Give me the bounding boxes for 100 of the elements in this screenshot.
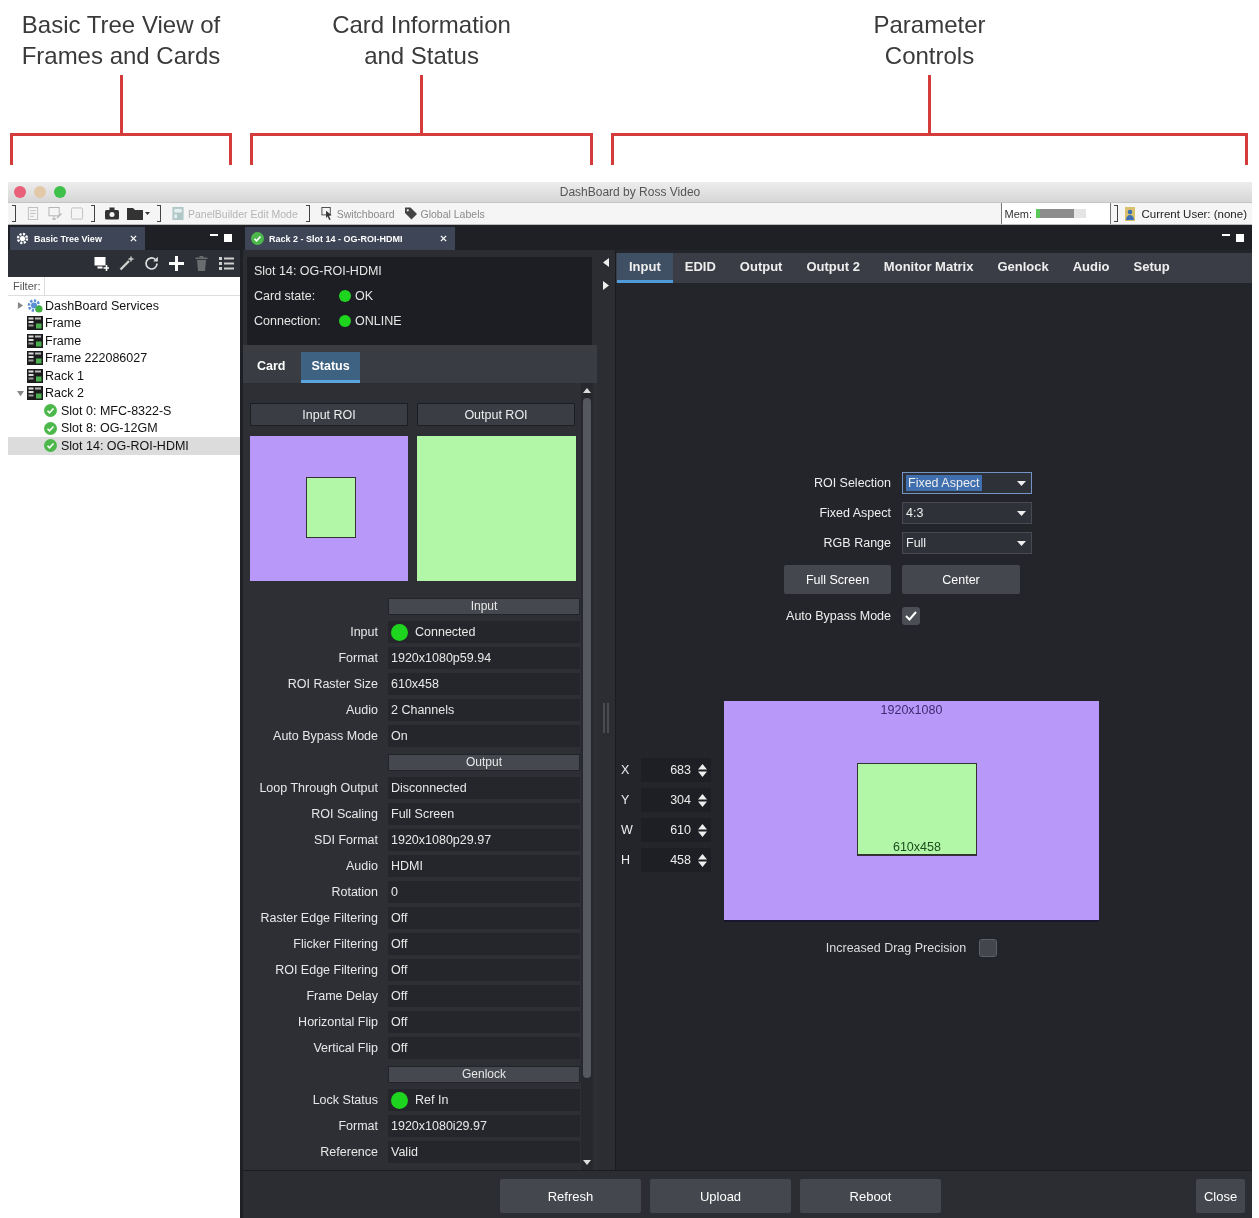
list-icon[interactable] (219, 256, 234, 271)
value-cell: 1920x1080i29.97 (388, 1115, 580, 1137)
caret-icon (1017, 480, 1026, 486)
tree-item[interactable]: Frame (8, 314, 240, 332)
tree-item[interactable]: Slot 8: OG-12GM (8, 419, 240, 437)
row-label: Flicker Filtering (293, 937, 378, 951)
row-label: Rotation (331, 885, 378, 899)
footer-button[interactable]: Upload (650, 1179, 791, 1213)
row-label: Input (350, 625, 378, 639)
tree-item[interactable]: Rack 1 (8, 367, 240, 385)
plus-icon[interactable] (169, 256, 184, 271)
tab[interactable]: Card (247, 352, 296, 383)
spinner-arrows-icon[interactable] (698, 823, 707, 837)
minimize-icon[interactable] (1222, 233, 1230, 236)
tree-item[interactable]: Slot 0: MFC-8322-S (8, 402, 240, 420)
value-cell: 1920x1080p59.94 (388, 647, 580, 669)
row-label: Raster Edge Filtering (260, 911, 378, 925)
tab[interactable]: Output (727, 253, 795, 283)
tab[interactable]: Setup (1121, 253, 1182, 283)
maximize-icon[interactable] (1236, 233, 1244, 242)
tab[interactable]: Output 2 (794, 253, 872, 283)
footer-button[interactable]: Refresh (500, 1179, 641, 1213)
panel-tab[interactable]: Basic Tree View (10, 227, 145, 250)
monitor-plus-icon[interactable] (94, 256, 109, 271)
grip-icon[interactable] (603, 703, 609, 733)
expand-arrow-icon[interactable] (17, 389, 24, 397)
caret-icon[interactable] (145, 212, 150, 215)
close-icon[interactable] (130, 235, 137, 242)
rack-icon (27, 368, 43, 383)
tree-item[interactable]: Frame (8, 332, 240, 350)
roi-rectangle[interactable]: 610x458 (857, 762, 977, 856)
tab[interactable]: Monitor Matrix (871, 253, 986, 283)
spinner-field[interactable]: 304 (641, 788, 711, 812)
value-cell: Off (388, 959, 580, 981)
info-value: OK (355, 288, 374, 303)
frame-canvas[interactable]: 1920x1080 610x458 (724, 701, 1099, 922)
maximize-icon[interactable] (224, 233, 232, 242)
close-icon[interactable] (440, 235, 447, 242)
camera-icon[interactable] (105, 207, 119, 220)
roi-button[interactable]: Output ROI (417, 403, 575, 426)
arrow-left-icon[interactable] (603, 258, 609, 267)
spinner-arrows-icon[interactable] (698, 793, 707, 807)
checkbox[interactable] (979, 939, 998, 957)
value-cell: Full Screen (388, 803, 580, 825)
value-cell: 610x458 (388, 673, 580, 695)
spinner-field[interactable]: 683 (641, 758, 711, 782)
spinner-arrows-icon[interactable] (698, 853, 707, 867)
gear-icon (16, 232, 29, 245)
spinner-label: W (621, 823, 634, 837)
minimize-icon[interactable] (210, 233, 218, 236)
arrow-right-icon[interactable] (603, 281, 609, 290)
scroll-down-icon[interactable] (583, 1160, 591, 1165)
roi-button[interactable]: Input ROI (250, 403, 408, 426)
check-circle-icon (251, 232, 264, 245)
tree-item[interactable]: Rack 2 (8, 384, 240, 402)
dropdown[interactable]: Fixed Aspect (902, 472, 1032, 494)
section-header: Input (388, 597, 580, 615)
scroll-thumb[interactable] (583, 398, 591, 1078)
dropdown[interactable]: 4:3 (902, 502, 1032, 524)
rack-icon (27, 316, 43, 331)
window-close-icon[interactable] (14, 186, 26, 198)
window-title: DashBoard by Ross Video (559, 185, 701, 199)
check-circle-icon (44, 421, 57, 435)
spinner-label: H (621, 853, 632, 867)
tab[interactable]: Input (617, 253, 673, 283)
action-button[interactable]: Full Screen (784, 565, 891, 594)
spinner-label: Y (621, 793, 631, 807)
spinner-field[interactable]: 610 (641, 818, 711, 842)
spinner-arrows-icon[interactable] (698, 763, 707, 777)
row-label: Format (338, 651, 378, 665)
footer-button[interactable]: Reboot (800, 1179, 941, 1213)
wand-icon[interactable] (119, 256, 134, 271)
tab[interactable]: Audio (1060, 253, 1122, 283)
tab[interactable]: Status (301, 352, 360, 383)
check-icon (905, 611, 917, 621)
close-button[interactable]: Close (1196, 1179, 1245, 1213)
spinner-label: X (621, 763, 631, 777)
tab[interactable]: EDID (672, 253, 728, 283)
expand-arrow-icon[interactable] (17, 302, 24, 310)
scrollbar[interactable] (581, 383, 593, 1170)
info-value: ONLINE (355, 313, 402, 328)
row-label: Horizontal Flip (298, 1015, 378, 1029)
tree-item[interactable]: Slot 14: OG-ROI-HDMI (8, 437, 240, 455)
tab[interactable]: Genlock (985, 253, 1061, 283)
value-cell: Valid (388, 1141, 580, 1163)
row-label: Reference (320, 1145, 378, 1159)
tree-item[interactable]: DashBoard Services (8, 297, 240, 315)
value-text: Connected (415, 625, 476, 639)
refresh-icon[interactable] (144, 256, 159, 271)
folder-icon[interactable] (127, 207, 143, 220)
spinner-field[interactable]: 458 (641, 848, 711, 872)
tree-item[interactable]: Frame 222086027 (8, 349, 240, 367)
cursor-icon (320, 207, 333, 220)
scroll-up-icon[interactable] (583, 388, 591, 393)
card-title: Slot 14: OG-ROI-HDMI (254, 263, 382, 278)
action-button[interactable]: Center (902, 565, 1020, 594)
dropdown[interactable]: Full (902, 532, 1032, 554)
checkbox[interactable] (902, 607, 920, 625)
panel-tab[interactable]: Rack 2 - Slot 14 - OG-ROI-HDMI (245, 227, 455, 250)
annotation-label: Parameter Controls (873, 10, 986, 71)
